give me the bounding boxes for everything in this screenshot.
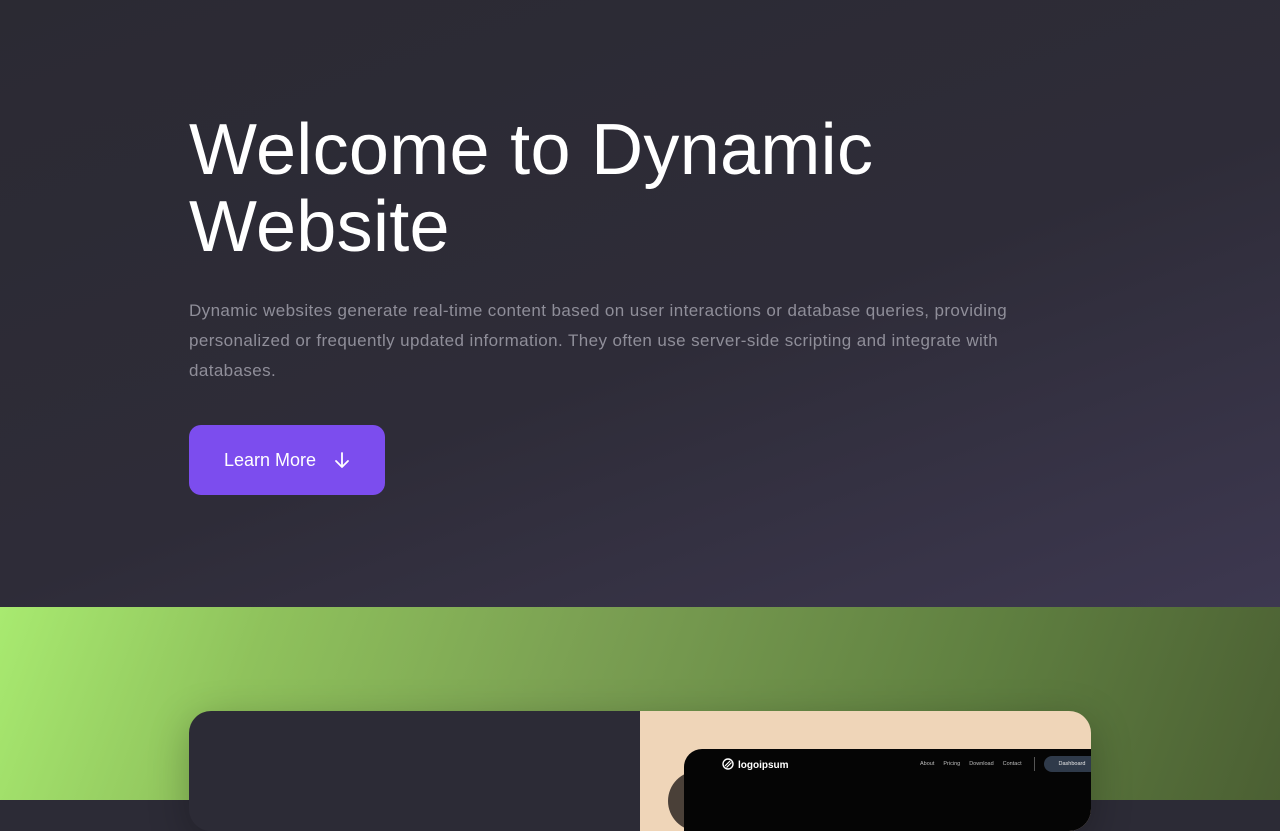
- preview-dashboard-button: Dashboard: [1044, 756, 1091, 772]
- preview-nav-about: About: [920, 761, 935, 767]
- preview-logo: logoipsum: [722, 758, 789, 773]
- preview-nav-pricing: Pricing: [943, 761, 961, 767]
- hero-description: Dynamic websites generate real-time cont…: [189, 301, 1008, 380]
- showcase-card-text-panel: [189, 711, 640, 831]
- learn-more-label: Learn More: [223, 449, 317, 470]
- preview-nav-download: Download: [969, 761, 994, 767]
- hero-section: Welcome to Dynamic Website Dynamic websi…: [0, 0, 1280, 607]
- website-preview-mockup: logoipsum About Pricing Download Contact…: [684, 749, 1091, 831]
- logo-icon: [722, 758, 734, 773]
- showcase-card: logoipsum About Pricing Download Contact…: [189, 711, 1091, 831]
- learn-more-button[interactable]: Learn More: [189, 425, 385, 495]
- arrow-down-icon: [334, 451, 350, 469]
- hero-title-line2: Website: [189, 187, 450, 267]
- preview-nav: About Pricing Download Contact: [920, 761, 1022, 767]
- hero-title: Welcome to Dynamic Website: [189, 112, 1089, 266]
- preview-logo-text: logoipsum: [738, 760, 789, 771]
- hero-title-line1: Welcome to Dynamic: [189, 110, 874, 190]
- preview-nav-divider: [1034, 757, 1035, 771]
- preview-nav-contact: Contact: [1002, 761, 1022, 767]
- showcase-card-image-panel: logoipsum About Pricing Download Contact…: [640, 711, 1091, 831]
